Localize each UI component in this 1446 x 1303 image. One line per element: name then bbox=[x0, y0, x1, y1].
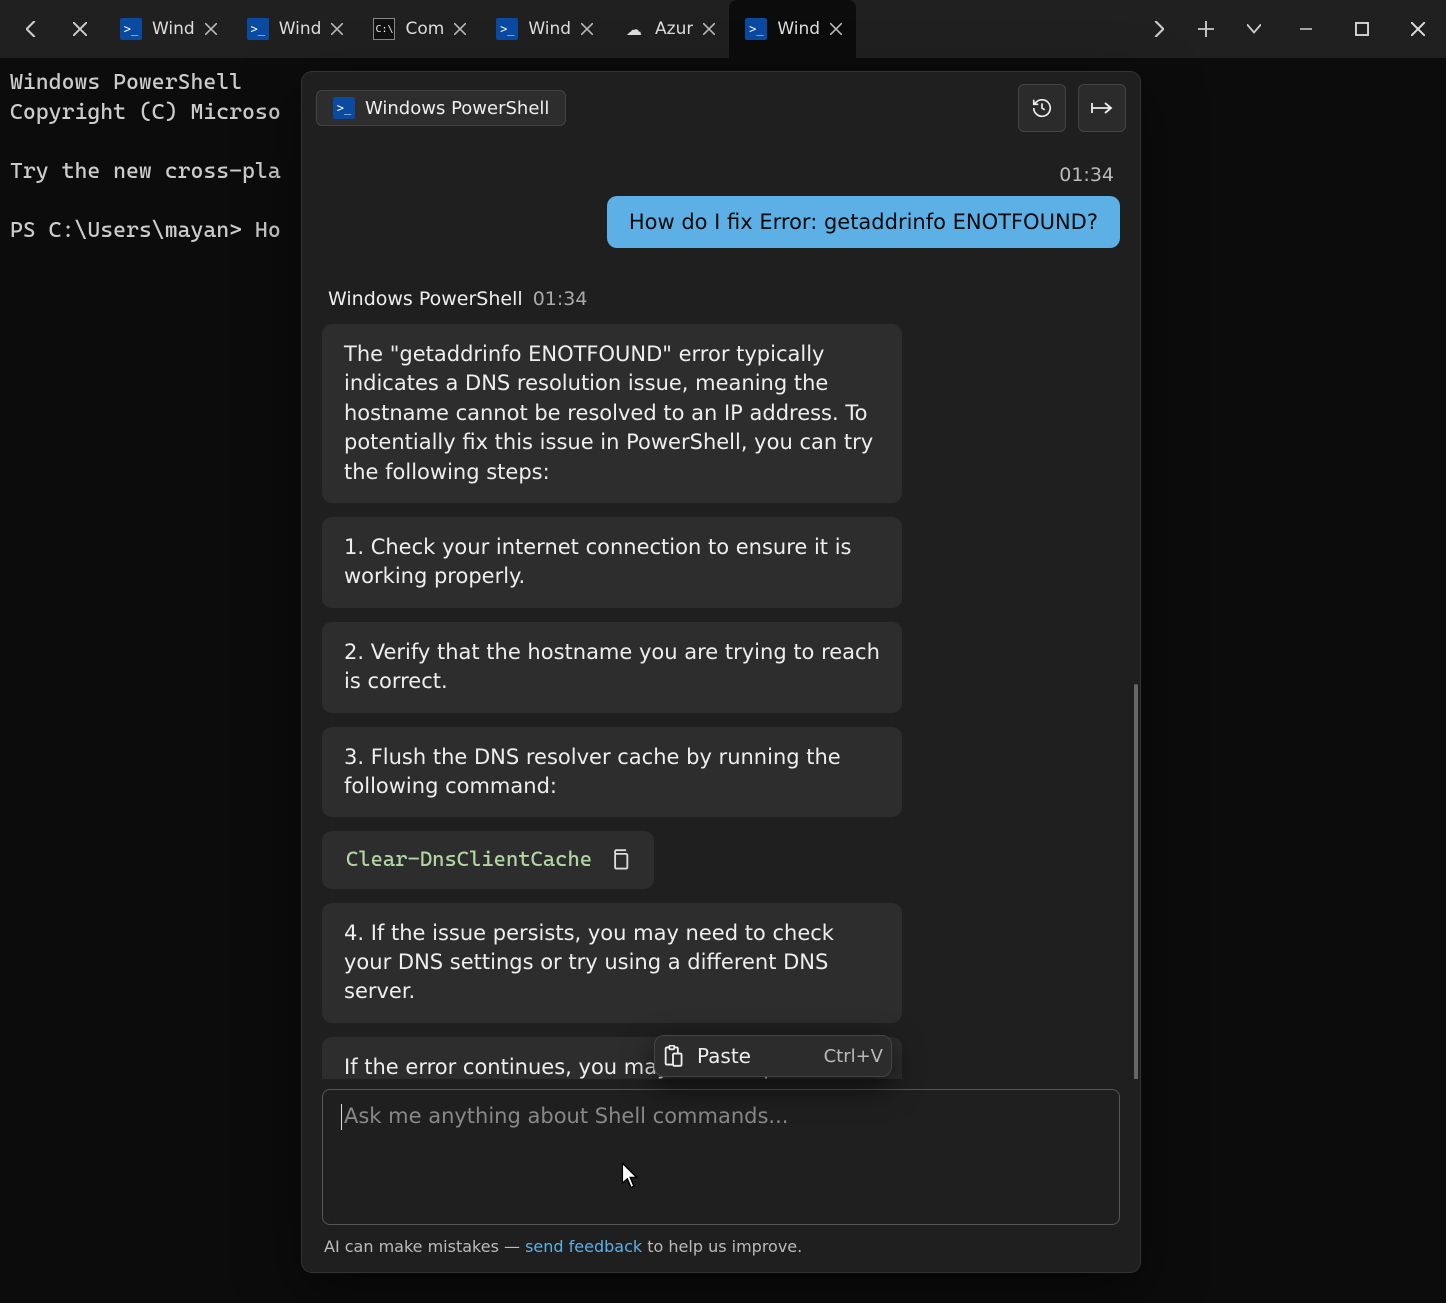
ai-message-bubble: 2. Verify that the hostname you are tryi… bbox=[322, 622, 902, 713]
chat-context-pill[interactable]: >_ Windows PowerShell bbox=[316, 90, 566, 126]
code-block: Clear-DnsClientCache bbox=[322, 831, 654, 888]
chat-input[interactable]: Ask me anything about Shell commands... bbox=[322, 1089, 1120, 1225]
tab[interactable]: >_ Wind bbox=[729, 0, 856, 58]
tab-label: Com bbox=[405, 19, 444, 39]
tab-close-icon[interactable] bbox=[703, 23, 715, 35]
new-tab-button[interactable] bbox=[1182, 0, 1230, 58]
chat-input-placeholder: Ask me anything about Shell commands... bbox=[344, 1104, 788, 1128]
maximize-button[interactable] bbox=[1334, 0, 1390, 58]
ai-author: Windows PowerShell bbox=[328, 288, 523, 310]
tab-scroll-right[interactable] bbox=[1134, 0, 1182, 58]
tab-scroll-left[interactable] bbox=[8, 0, 56, 58]
tab-label: Azur bbox=[655, 19, 693, 39]
window-close-button[interactable] bbox=[1390, 0, 1446, 58]
tab-label: Wind bbox=[279, 19, 322, 39]
tab-label: Wind bbox=[528, 19, 571, 39]
ai-message-bubble: 1. Check your internet connection to ens… bbox=[322, 517, 902, 608]
context-menu-shortcut: Ctrl+V bbox=[824, 1046, 883, 1067]
chat-body: 01:34 How do I fix Error: getaddrinfo EN… bbox=[302, 144, 1140, 1079]
tab-dropdown-button[interactable] bbox=[1230, 0, 1278, 58]
footer-text-post: to help us improve. bbox=[642, 1237, 802, 1256]
ai-message-bubble: 3. Flush the DNS resolver cache by runni… bbox=[322, 727, 902, 818]
ai-timestamp: 01:34 bbox=[533, 288, 588, 310]
powershell-icon: >_ bbox=[496, 18, 518, 40]
ai-message-bubble: 4. If the issue persists, you may need t… bbox=[322, 903, 902, 1023]
cmd-icon: C:\ bbox=[373, 18, 395, 40]
powershell-icon: >_ bbox=[333, 97, 355, 119]
tab[interactable]: >_ Wind bbox=[104, 0, 231, 58]
tab-close-icon[interactable] bbox=[331, 23, 343, 35]
chat-header: Azure Cloud Shell 01:32 >_ Windows Power… bbox=[302, 72, 1140, 144]
tab[interactable]: C:\ Com bbox=[357, 0, 480, 58]
tab-strip: >_ Wind >_ Wind C:\ Com >_ Wind ☁ Azur >_ Wind bbox=[104, 0, 1134, 58]
term-line: Copyright (C) Microso bbox=[10, 100, 281, 125]
minimize-button[interactable] bbox=[1278, 0, 1334, 58]
tab[interactable]: >_ Wind bbox=[480, 0, 607, 58]
send-feedback-link[interactable]: send feedback bbox=[525, 1237, 642, 1256]
tab-close-icon[interactable] bbox=[581, 23, 593, 35]
tab-label: Wind bbox=[777, 19, 820, 39]
user-message-bubble: How do I fix Error: getaddrinfo ENOTFOUN… bbox=[607, 196, 1120, 248]
powershell-icon: >_ bbox=[120, 18, 142, 40]
azure-icon: ☁ bbox=[623, 18, 645, 40]
export-button[interactable] bbox=[1078, 84, 1126, 132]
powershell-icon: >_ bbox=[247, 18, 269, 40]
tab[interactable]: >_ Wind bbox=[231, 0, 358, 58]
chat-footer: AI can make mistakes — send feedback to … bbox=[302, 1233, 1140, 1272]
chat-panel: Azure Cloud Shell 01:32 >_ Windows Power… bbox=[302, 72, 1140, 1272]
term-prompt: PS C:\Users\mayan> Ho bbox=[10, 218, 281, 243]
footer-text-pre: AI can make mistakes — bbox=[324, 1237, 525, 1256]
chat-title: Windows PowerShell bbox=[365, 98, 549, 119]
scrollbar-thumb[interactable] bbox=[1134, 684, 1138, 1079]
powershell-icon: >_ bbox=[745, 18, 767, 40]
tab[interactable]: ☁ Azur bbox=[607, 0, 729, 58]
tab-label: Wind bbox=[152, 19, 195, 39]
tab-close-icon[interactable] bbox=[454, 23, 466, 35]
tab-close-icon[interactable] bbox=[205, 23, 217, 35]
context-menu: Paste Ctrl+V bbox=[654, 1035, 892, 1077]
window-controls bbox=[1278, 0, 1446, 58]
tab-close-icon[interactable] bbox=[830, 23, 842, 35]
ai-message-header: Windows PowerShell 01:34 bbox=[328, 288, 1114, 310]
ai-message-bubble: The "getaddrinfo ENOTFOUND" error typica… bbox=[322, 324, 902, 503]
term-line: Windows PowerShell bbox=[10, 70, 242, 95]
term-line: Try the new cross-pla bbox=[10, 159, 281, 184]
code-text: Clear-DnsClientCache bbox=[346, 845, 592, 874]
paste-icon bbox=[663, 1045, 683, 1067]
history-button[interactable] bbox=[1018, 84, 1066, 132]
copy-icon[interactable] bbox=[610, 849, 630, 871]
context-menu-item-paste[interactable]: Paste bbox=[697, 1044, 751, 1068]
user-timestamp: 01:34 bbox=[322, 164, 1114, 186]
tab-close-left[interactable] bbox=[56, 0, 104, 58]
title-bar: >_ Wind >_ Wind C:\ Com >_ Wind ☁ Azur >_ Wind bbox=[0, 0, 1446, 58]
